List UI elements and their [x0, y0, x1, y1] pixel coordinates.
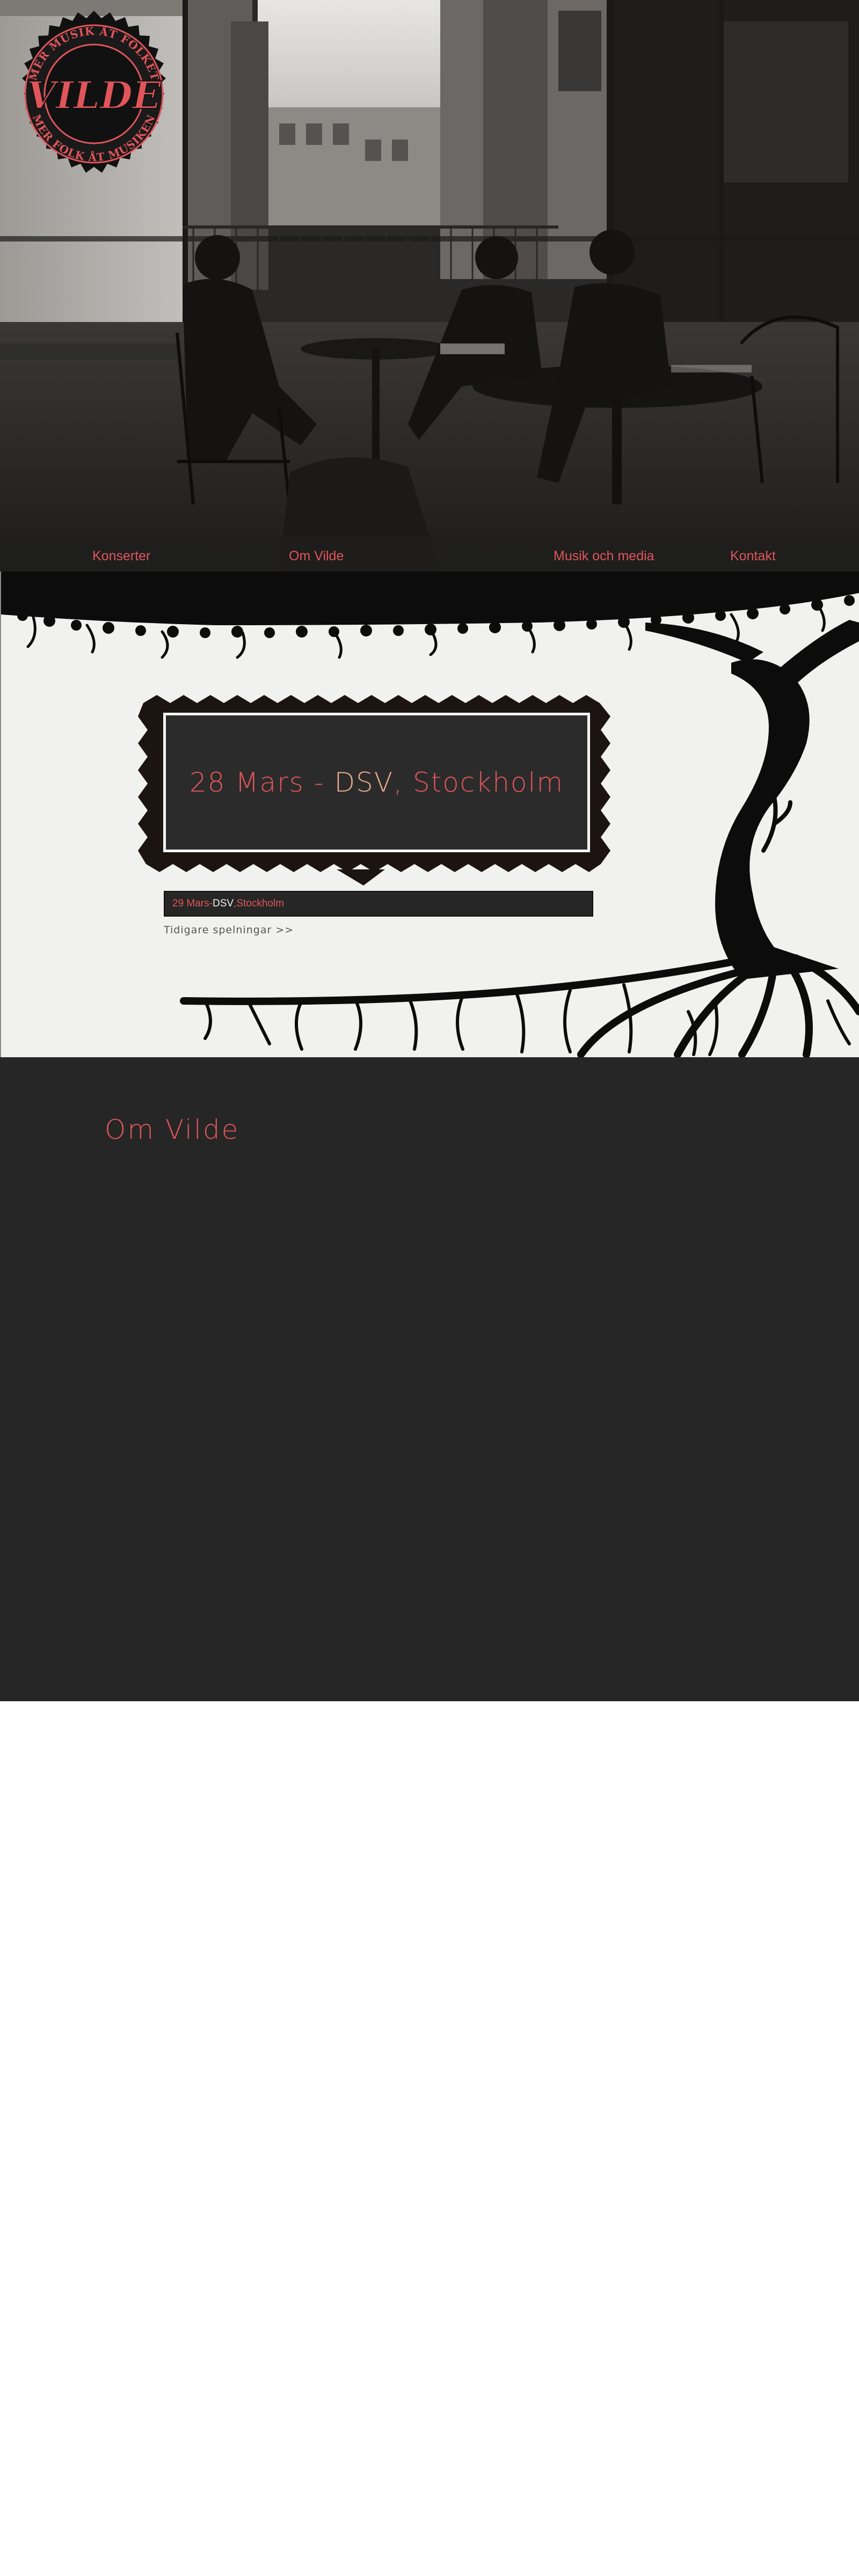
next-concert-separator: -: [304, 767, 334, 798]
hero-section: MER MUSIK ÅT FOLKET MER FOLK ÅT MUSIKEN …: [0, 0, 859, 572]
gig-venue: DSV: [212, 898, 234, 909]
nav-item-om-vilde[interactable]: Om Vilde: [289, 548, 344, 564]
gig-date: 29 Mars: [172, 898, 209, 909]
gig-list-item[interactable]: 29 Mars - DSV, Stockholm: [164, 891, 593, 917]
nav-item-konserter[interactable]: Konserter: [92, 548, 150, 564]
next-concert-banner: 28 Mars - DSV, Stockholm: [133, 692, 616, 885]
next-concert-date: 28 Mars: [189, 767, 304, 798]
main-nav: Konserter Om Vilde Musik och media Konta…: [0, 548, 859, 567]
earlier-gigs-link[interactable]: Tidigare spelningar >>: [164, 924, 294, 936]
next-concert-text[interactable]: 28 Mars - DSV, Stockholm: [190, 767, 564, 798]
vilde-logo[interactable]: MER MUSIK ÅT FOLKET MER FOLK ÅT MUSIKEN …: [11, 11, 177, 177]
logo-name: VILDE: [27, 73, 162, 118]
next-concert-panel: 28 Mars - DSV, Stockholm: [163, 713, 590, 852]
gig-city: Stockholm: [236, 898, 285, 909]
about-title: Om Vilde: [105, 1114, 240, 1145]
nav-item-musik-och-media[interactable]: Musik och media: [554, 548, 654, 564]
next-concert-city-separator: ,: [394, 767, 413, 798]
about-section: Om Vilde: [0, 1057, 859, 1701]
next-concert-city: Stockholm: [412, 767, 564, 798]
concerts-section: 28 Mars - DSV, Stockholm 29 Mars - DSV, …: [0, 572, 859, 1057]
nav-item-kontakt[interactable]: Kontakt: [730, 548, 776, 564]
next-concert-venue: DSV: [334, 767, 394, 798]
